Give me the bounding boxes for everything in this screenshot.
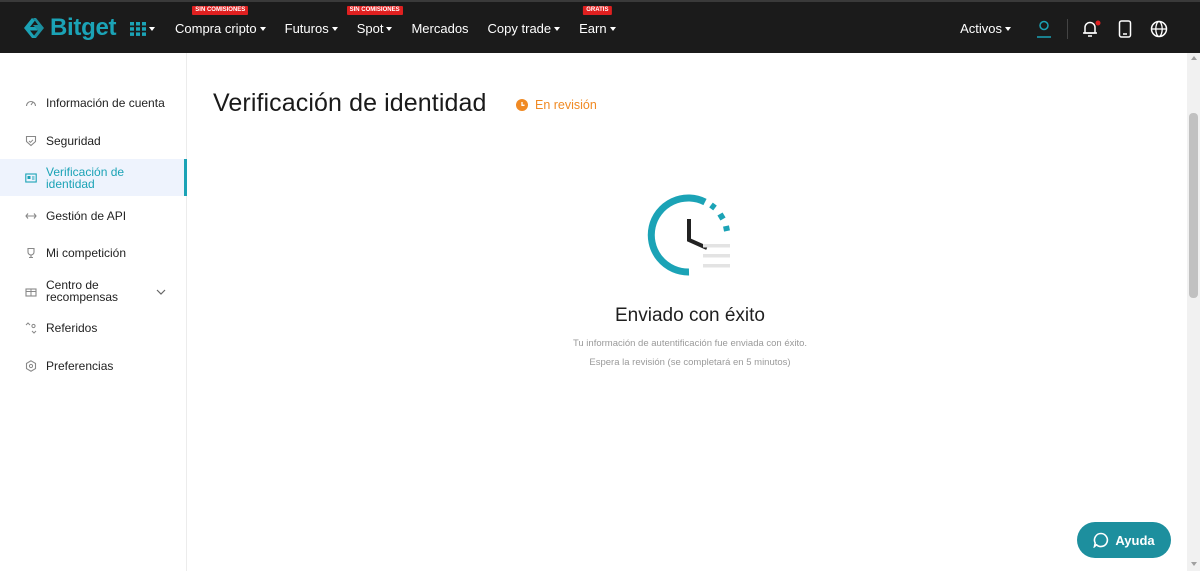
activos-label: Activos — [960, 21, 1002, 36]
scrollbar-thumb[interactable] — [1189, 113, 1198, 298]
gauge-icon — [25, 97, 37, 109]
nav-label: Spot — [356, 21, 384, 36]
nav-label: Compra cripto — [175, 21, 257, 36]
hexagon-settings-icon — [25, 360, 37, 372]
phone-icon — [1118, 19, 1132, 38]
nav-earn[interactable]: GRATIS Earn — [579, 6, 616, 36]
nav-badge: SIN COMISIONES — [192, 6, 249, 15]
activos-menu[interactable]: Activos — [960, 21, 1011, 36]
divider — [1067, 18, 1068, 39]
sidebar-item-competition[interactable]: Mi competición — [0, 243, 187, 263]
grid-icon — [130, 22, 146, 36]
bitget-logo-icon — [24, 18, 44, 38]
clock-pending-illustration-icon — [647, 194, 730, 276]
gift-icon — [25, 285, 37, 297]
sidebar-item-security[interactable]: Seguridad — [0, 131, 187, 151]
success-title: Enviado con éxito — [615, 305, 765, 326]
chevron-down-icon — [149, 27, 155, 31]
shield-icon — [25, 135, 37, 147]
nav-label: Futuros — [284, 21, 329, 36]
top-navbar: Bitget SIN COMISIONES Compra cripto Futu… — [0, 0, 1200, 53]
user-icon — [1037, 20, 1051, 38]
help-label: Ayuda — [1115, 532, 1155, 548]
account-sidebar: Información de cuenta Seguridad Verifica… — [0, 53, 187, 571]
user-account-button[interactable] — [1027, 14, 1061, 44]
help-chat-button[interactable]: Ayuda — [1077, 522, 1171, 558]
scroll-down-arrow-icon[interactable] — [1191, 562, 1197, 566]
nav-mercados[interactable]: Mercados — [411, 21, 468, 36]
sidebar-item-account-info[interactable]: Información de cuenta — [0, 93, 187, 113]
nav-compra-cripto[interactable]: SIN COMISIONES Compra cripto — [175, 6, 266, 36]
nav-label: Earn — [579, 21, 607, 36]
success-message: Tu información de autentificación fue en… — [572, 338, 808, 349]
sidebar-item-label: Referidos — [46, 321, 98, 335]
chevron-down-icon — [1005, 26, 1011, 31]
language-button[interactable] — [1142, 14, 1176, 44]
nav-badge: SIN COMISIONES — [346, 6, 403, 15]
clock-icon — [516, 99, 528, 111]
nav-copy-trade[interactable]: Copy trade — [488, 21, 561, 36]
id-card-icon — [25, 172, 37, 184]
api-icon — [25, 210, 37, 222]
scroll-up-arrow-icon[interactable] — [1191, 56, 1197, 60]
sidebar-item-rewards-center[interactable]: Centro de recompensas — [0, 277, 187, 305]
sidebar-item-preferences[interactable]: Preferencias — [0, 356, 187, 376]
review-message: Espera la revisión (se completará en 5 m… — [589, 357, 791, 368]
chevron-down-icon — [554, 26, 561, 31]
chevron-down-icon[interactable] — [156, 282, 166, 300]
chevron-down-icon — [386, 26, 393, 31]
sidebar-item-label: Centro de recompensas — [46, 278, 119, 304]
sidebar-item-label: Verificación de identidad — [46, 164, 125, 191]
chevron-down-icon — [331, 26, 338, 31]
sidebar-item-label: Mi competición — [46, 246, 127, 260]
nav-futuros[interactable]: Futuros — [285, 21, 338, 36]
sidebar-item-label: Seguridad — [46, 134, 101, 148]
mobile-app-button[interactable] — [1108, 14, 1142, 44]
notifications-button[interactable] — [1074, 14, 1108, 44]
chat-bubble-icon — [1093, 532, 1109, 548]
sidebar-item-label: Preferencias — [46, 359, 114, 373]
nav-label: Copy trade — [487, 21, 552, 36]
sidebar-item-label: Gestión de API — [46, 209, 127, 223]
nav-spot[interactable]: SIN COMISIONES Spot — [346, 6, 403, 36]
bell-icon — [1083, 20, 1101, 37]
page-scrollbar[interactable] — [1187, 53, 1200, 571]
globe-icon — [1150, 20, 1168, 37]
bitget-logo[interactable]: Bitget — [22, 14, 117, 42]
right-nav: Activos — [960, 2, 1200, 55]
chevron-down-icon — [609, 26, 616, 31]
nav-badge: GRATIS — [583, 6, 612, 15]
page-title: Verificación de identidad — [213, 89, 487, 117]
sidebar-item-identity-verification[interactable]: Verificación de identidad — [0, 159, 187, 196]
brand-name: Bitget — [50, 14, 117, 41]
main-nav: SIN COMISIONES Compra cripto Futuros SIN… — [175, 2, 635, 55]
trophy-icon — [25, 247, 37, 259]
apps-menu-button[interactable] — [130, 22, 155, 36]
sidebar-item-referrals[interactable]: Referidos — [0, 318, 187, 338]
nav-label: Mercados — [411, 21, 469, 36]
sidebar-item-api-management[interactable]: Gestión de API — [0, 206, 187, 226]
status-badge: En revisión — [516, 98, 597, 112]
chevron-down-icon — [259, 26, 266, 31]
referral-icon — [25, 322, 37, 334]
sidebar-item-label: Información de cuenta — [46, 96, 165, 110]
status-text: En revisión — [535, 98, 597, 112]
